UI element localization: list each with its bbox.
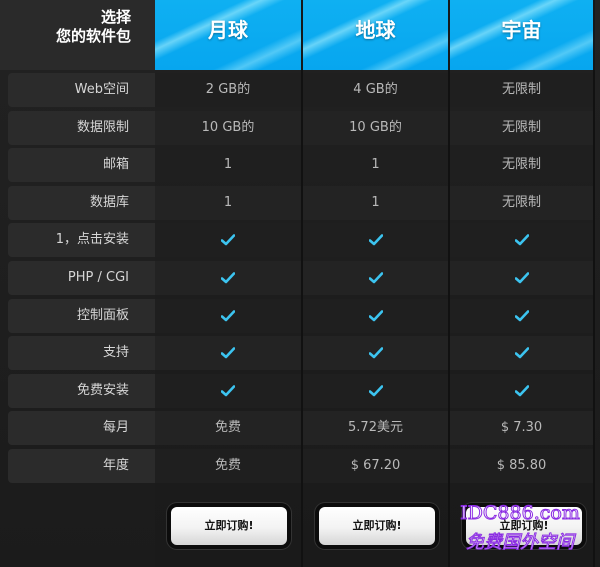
row-value-earth: 5.72美元 — [303, 411, 450, 445]
row-value-universe: $ 85.80 — [450, 449, 595, 483]
site-watermark: IDC886.com 免费国外空间 — [446, 502, 594, 554]
row-value-universe — [450, 261, 595, 295]
row-label: 支持 — [8, 336, 155, 370]
checkmark-icon — [368, 233, 383, 245]
row-label: 年度 — [8, 449, 155, 483]
row-value-universe — [450, 336, 595, 370]
row-label: Web空间 — [8, 73, 155, 107]
checkmark-icon — [221, 346, 235, 358]
row-value-universe — [450, 374, 595, 408]
row-label: 数据限制 — [8, 111, 155, 145]
row-label: 控制面板 — [8, 299, 155, 333]
row-value-moon: 2 GB的 — [155, 73, 303, 107]
row-value-earth: 10 GB的 — [303, 111, 450, 145]
order-button-earth[interactable]: 立即订购! — [319, 507, 435, 545]
row-value-earth: 4 GB的 — [303, 73, 450, 107]
plan-name-universe: 宇宙 — [501, 18, 542, 42]
checkmark-icon — [514, 309, 529, 321]
row-value-moon — [155, 299, 303, 333]
row-value-universe — [450, 223, 595, 257]
order-button-moon[interactable]: 立即订购! — [171, 507, 287, 545]
row-value-universe — [450, 299, 595, 333]
row-value-universe: 无限制 — [450, 148, 595, 182]
checkmark-icon — [514, 271, 529, 283]
row-value-moon: 免费 — [155, 449, 303, 483]
row-label: 1，点击安装 — [8, 223, 155, 257]
watermark-slogan: 免费国外空间 — [466, 532, 575, 554]
row-value-moon — [155, 223, 303, 257]
row-value-moon — [155, 261, 303, 295]
checkmark-icon — [368, 384, 383, 396]
checkmark-icon — [368, 346, 383, 358]
row-label: 邮箱 — [8, 148, 155, 182]
row-value-earth: 1 — [303, 148, 450, 182]
checkmark-icon — [368, 271, 383, 283]
row-label: 数据库 — [8, 186, 155, 220]
row-value-moon — [155, 374, 303, 408]
checkmark-icon — [368, 309, 383, 321]
row-value-earth — [303, 374, 450, 408]
row-value-earth: 1 — [303, 186, 450, 220]
checkmark-icon — [221, 384, 235, 396]
table-corner: 选择 您的软件包 — [0, 0, 155, 70]
row-value-moon: 1 — [155, 186, 303, 220]
row-value-earth — [303, 299, 450, 333]
row-label: 免费安装 — [8, 374, 155, 408]
plan-header-earth: 地球 — [303, 0, 450, 70]
row-value-universe: $ 7.30 — [450, 411, 595, 445]
checkmark-icon — [514, 346, 529, 358]
row-value-moon: 10 GB的 — [155, 111, 303, 145]
row-value-universe: 无限制 — [450, 111, 595, 145]
row-label: PHP / CGI — [8, 261, 155, 295]
choose-title-line2: 您的软件包 — [55, 27, 131, 45]
checkmark-icon — [221, 233, 235, 245]
row-label: 每月 — [8, 411, 155, 445]
row-value-moon: 1 — [155, 148, 303, 182]
pricing-table: 选择 您的软件包 月球 地球 宇宙 立即订购! 立即订购! 立即订购! IDC8… — [0, 0, 600, 567]
row-value-universe: 无限制 — [450, 73, 595, 107]
checkmark-icon — [221, 271, 235, 283]
choose-package-title: 选择 您的软件包 — [56, 8, 131, 46]
row-value-moon: 免费 — [155, 411, 303, 445]
watermark-domain: IDC886.com — [460, 502, 581, 525]
row-value-earth: $ 67.20 — [303, 449, 450, 483]
row-value-earth — [303, 336, 450, 370]
choose-title-line1: 选择 — [100, 8, 131, 26]
checkmark-icon — [221, 309, 235, 321]
plan-name-earth: 地球 — [355, 18, 396, 42]
checkmark-icon — [514, 233, 529, 245]
checkmark-icon — [514, 384, 529, 396]
plan-name-moon: 月球 — [208, 18, 248, 42]
row-value-earth — [303, 261, 450, 295]
plan-header-universe: 宇宙 — [450, 0, 595, 70]
row-value-earth — [303, 223, 450, 257]
row-value-moon — [155, 336, 303, 370]
row-value-universe: 无限制 — [450, 186, 595, 220]
plan-header-moon: 月球 — [155, 0, 303, 70]
